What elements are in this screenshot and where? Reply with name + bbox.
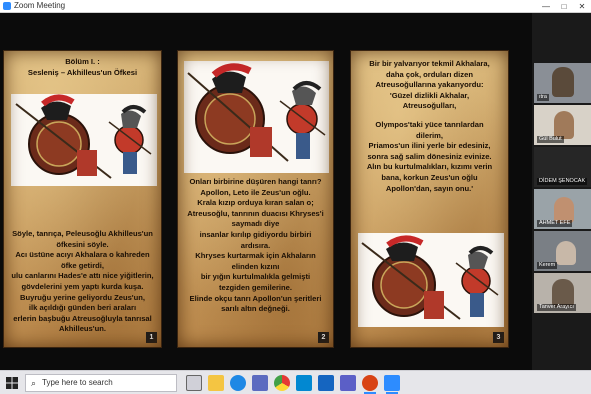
maximize-button[interactable]: □ [555,0,573,13]
slide-3-line: Bir bir yalvarıyor tekmil Akhalara, [369,59,490,68]
participant-video [556,241,576,265]
slide-3-line: Alın bu kurtulmalıkları, kızımı verin [366,162,493,172]
slide-1-line: gövdelerini yem yaptı kurda kuşa. [21,281,144,291]
slide-3-line: Olympos'taki yüce tanrılardan [375,119,484,129]
slide-1-heading-line1: Bölüm I. : [65,57,100,66]
slide-2: Onları birbirine düşüren hangi tanrı? Ap… [177,50,334,348]
participant-gallery: ıtra Gül Bulut DİDEM ŞENOCAK AHMET EFE K… [532,13,591,370]
slide-2-line: Onları birbirine düşüren hangi tanrı? [189,177,322,186]
taskbar-search-box[interactable]: ⌕ Type here to search [25,374,177,392]
outlook-icon[interactable] [318,375,334,391]
slide-1-body: Söyle, tanrıça, Peleusoğlu Akhilleus'un … [8,229,157,335]
slide-1-line: öfkesini söyle. [56,239,109,249]
slide-3-line: Priamos'un ilini yerle bir edesiniz, [368,141,491,151]
slide-2-line: bir yığın kurtulmalıkla gelmişti [200,272,311,282]
slide-1-number: 1 [146,332,157,343]
chrome-icon[interactable] [274,375,290,391]
slide-3-line: 'Güzel dizlikli Akhalar, [389,90,470,100]
participant-name: Kerem [537,262,558,269]
participant-tile[interactable]: DİDEM ŞENOCAK [534,147,591,187]
slide-2-line: Atreusoğlu, tanrının duacısı Khryses'i [187,208,324,218]
participant-video [552,279,574,307]
slide-3-body: Bir bir yalvarıyor tekmil Akhalara, daha… [355,59,504,194]
participant-name: DİDEM ŞENOCAK [537,178,588,185]
slide-2-number: 2 [318,332,329,343]
slide-1-line: öfke getirdi, [60,260,105,270]
slide-2-warrior-illustration [184,61,329,173]
participant-tile[interactable]: Gül Bulut [534,105,591,145]
slide-3-line: bana, korkun Zeus'un oğlu [381,172,478,182]
slide-3-line [355,112,504,120]
mail-icon[interactable] [296,375,312,391]
slide-2-line: tezgiden gemilerine. [218,282,292,292]
participant-name: Gül Bulut [537,136,564,143]
slide-1-heading-line2: Sesleniş – Akhilleus'un Öfkesi [27,67,138,77]
slide-2-line: insanlar kırılıp gidiyordu birbiri [199,229,312,239]
slide-2-line: Krala kızıp orduya kıran salan o; [197,198,314,208]
slide-1-line: Buyruğu yerine geliyordu Zeus'un, [19,292,145,302]
slide-2-line: Elinde okçu tanrı Apollon'un şeritleri [189,293,322,303]
slide-3-line: daha çok, orduları dizen [386,69,473,79]
windows-start-icon[interactable] [6,377,18,389]
slide-3-line: sonra sağ salim dönesiniz evinize. [367,151,492,161]
slide-3-warrior-illustration [358,233,504,327]
slide-3-line: dilerim, [415,130,443,140]
file-explorer-icon[interactable] [208,375,224,391]
window-title: Zoom Meeting [14,1,66,10]
task-view-icon[interactable] [186,375,202,391]
slide-2-line: elinden kızını [231,261,280,271]
slide-1-line: Acı üstüne acıyı Akhalara o kahreden [15,250,150,260]
slide-1-line: Söyle, tanrıça, Peleusoğlu Akhilleus'un [12,229,153,238]
participant-tile[interactable]: Tanver Arayıcı [534,273,591,313]
slide-3-line: Atreusoğullarına yakarıyordu: [375,80,484,90]
participant-name: AHMET EFE [537,220,573,227]
close-button[interactable]: ✕ [573,0,591,13]
teams-icon[interactable] [340,375,356,391]
participant-video [552,67,574,97]
slide-1: Bölüm I. : Sesleniş – Akhilleus'un Öfkes… [3,50,162,348]
slide-1-line: ilk açıldığı günden beri araları [28,303,137,313]
windows-taskbar: ⌕ Type here to search [0,370,591,394]
slide-2-line: saymadı diye [231,219,280,229]
slide-2-body: Onları birbirine düşüren hangi tanrı? Ap… [182,177,329,315]
edge-icon[interactable] [230,375,246,391]
zoom-icon[interactable] [384,375,400,394]
slide-1-line: ulu canlarını Hades'e attı nice yiğitler… [11,271,154,281]
participant-video [554,111,574,139]
store-icon[interactable] [252,375,268,391]
window-titlebar: Zoom Meeting — □ ✕ [0,0,591,13]
slide-3-number: 3 [493,332,504,343]
powerpoint-icon[interactable] [362,375,378,394]
slide-3-line: Apollon'dan, sayın onu.' [385,183,474,193]
shared-screen: Bölüm I. : Sesleniş – Akhilleus'un Öfkes… [0,13,532,370]
slide-2-line: Khryses kurtarmak için Akhaların [195,251,316,261]
search-placeholder: Type here to search [42,378,113,387]
slide-1-heading: Bölüm I. : Sesleniş – Akhilleus'un Öfkes… [8,57,157,78]
participant-tile[interactable]: Kerem [534,231,591,271]
participant-name: ıtra [537,94,549,101]
slide-2-line: Apollon, Leto ile Zeus'un oğlu. [200,187,311,197]
participant-name: Tanver Arayıcı [537,304,576,311]
slide-3-line: Atreusoğulları, [402,101,457,111]
zoom-app-icon [3,2,11,10]
slide-1-line: Akhilleus'un. [59,324,106,334]
slide-2-line: sarılı altın değneği. [221,304,290,314]
participant-tile[interactable]: AHMET EFE [534,189,591,229]
participant-tile[interactable]: ıtra [534,63,591,103]
slide-2-line: ardısıra. [240,240,271,250]
slide-1-line: erlerin başbuğu Atreusoğluyla tanrısal [13,313,152,323]
slide-1-warrior-illustration [11,94,157,186]
search-icon: ⌕ [31,378,37,388]
minimize-button[interactable]: — [537,0,555,13]
slide-3: Bir bir yalvarıyor tekmil Akhalara, daha… [350,50,509,348]
